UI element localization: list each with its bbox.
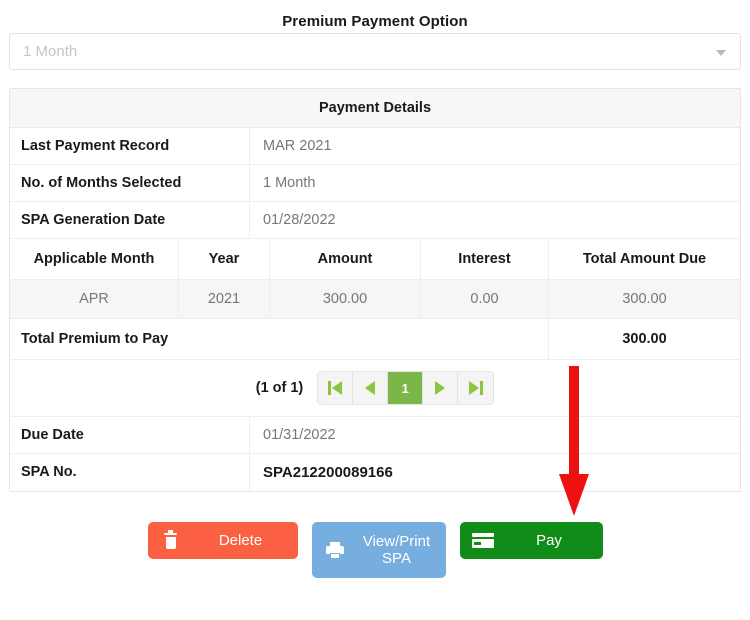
premium-payment-option-value: 1 Month <box>23 43 78 60</box>
next-page-button[interactable] <box>423 372 459 404</box>
table-row: SPA No. SPA212200089166 <box>10 454 740 491</box>
table-row: APR 2021 300.00 0.00 300.00 <box>10 280 740 319</box>
table-row: Due Date 01/31/2022 <box>10 417 740 454</box>
pay-button-label: Pay <box>536 531 562 549</box>
cell-applicable-month: APR <box>10 280 179 318</box>
pagination-count-label: (1 of 1) <box>255 380 304 396</box>
delete-button[interactable]: Delete <box>147 522 298 559</box>
table-row: No. of Months Selected 1 Month <box>10 165 740 202</box>
delete-button-label: Delete <box>218 531 263 549</box>
months-selected-label: No. of Months Selected <box>10 165 250 201</box>
months-selected-value: 1 Month <box>263 175 316 191</box>
view-print-spa-button[interactable]: View/Print SPA <box>311 522 446 578</box>
pay-button[interactable]: Pay <box>459 522 603 559</box>
first-page-icon <box>328 381 343 395</box>
printer-icon <box>312 541 358 559</box>
pagination-control: 1 <box>317 371 495 405</box>
total-premium-label: Total Premium to Pay <box>10 319 549 359</box>
chevron-down-icon <box>716 50 726 56</box>
cell-interest: 0.00 <box>421 280 549 318</box>
total-premium-row: Total Premium to Pay 300.00 <box>10 319 740 360</box>
table-row: SPA Generation Date 01/28/2022 <box>10 202 740 239</box>
payment-details-header: Payment Details <box>10 89 740 128</box>
installments-grid-header: Applicable Month Year Amount Interest To… <box>10 239 740 280</box>
cell-amount: 300.00 <box>270 280 421 318</box>
column-header-total-amount-due: Total Amount Due <box>582 251 707 267</box>
column-header-applicable-month: Applicable Month <box>10 239 179 279</box>
next-page-icon <box>435 381 446 395</box>
view-print-spa-label-line1: View/Print <box>362 532 431 550</box>
credit-card-icon <box>460 533 506 548</box>
last-page-icon <box>468 381 483 395</box>
view-print-spa-label-line2: SPA <box>382 550 411 567</box>
table-row: Last Payment Record MAR 2021 <box>10 128 740 165</box>
spa-generation-date-value: 01/28/2022 <box>263 212 336 228</box>
first-page-button[interactable] <box>318 372 354 404</box>
spa-no-value: SPA212200089166 <box>263 464 393 481</box>
cell-total-amount-due: 300.00 <box>622 291 667 307</box>
action-buttons: Delete View/Print SPA Pay <box>0 522 750 578</box>
view-print-spa-button-label: View/Print SPA <box>358 533 446 568</box>
last-payment-record-label: Last Payment Record <box>10 128 250 164</box>
cell-year: 2021 <box>179 280 270 318</box>
payment-details-table: Payment Details Last Payment Record MAR … <box>9 88 741 492</box>
last-payment-record-value: MAR 2021 <box>263 138 332 154</box>
due-date-value: 01/31/2022 <box>263 427 336 443</box>
page-title: Premium Payment Option <box>282 13 468 30</box>
trash-icon <box>148 530 194 549</box>
column-header-interest: Interest <box>421 239 549 279</box>
column-header-year: Year <box>179 239 270 279</box>
previous-page-button[interactable] <box>353 372 389 404</box>
due-date-label: Due Date <box>10 417 250 453</box>
spa-no-label: SPA No. <box>10 454 250 491</box>
previous-page-icon <box>365 381 376 395</box>
column-header-amount: Amount <box>270 239 421 279</box>
total-premium-value: 300.00 <box>622 331 667 347</box>
page-number-button-1[interactable]: 1 <box>388 372 424 404</box>
spa-generation-date-label: SPA Generation Date <box>10 202 250 238</box>
pagination-row: (1 of 1) 1 <box>10 360 740 417</box>
premium-payment-option-select[interactable]: 1 Month <box>9 33 741 70</box>
last-page-button[interactable] <box>458 372 494 404</box>
